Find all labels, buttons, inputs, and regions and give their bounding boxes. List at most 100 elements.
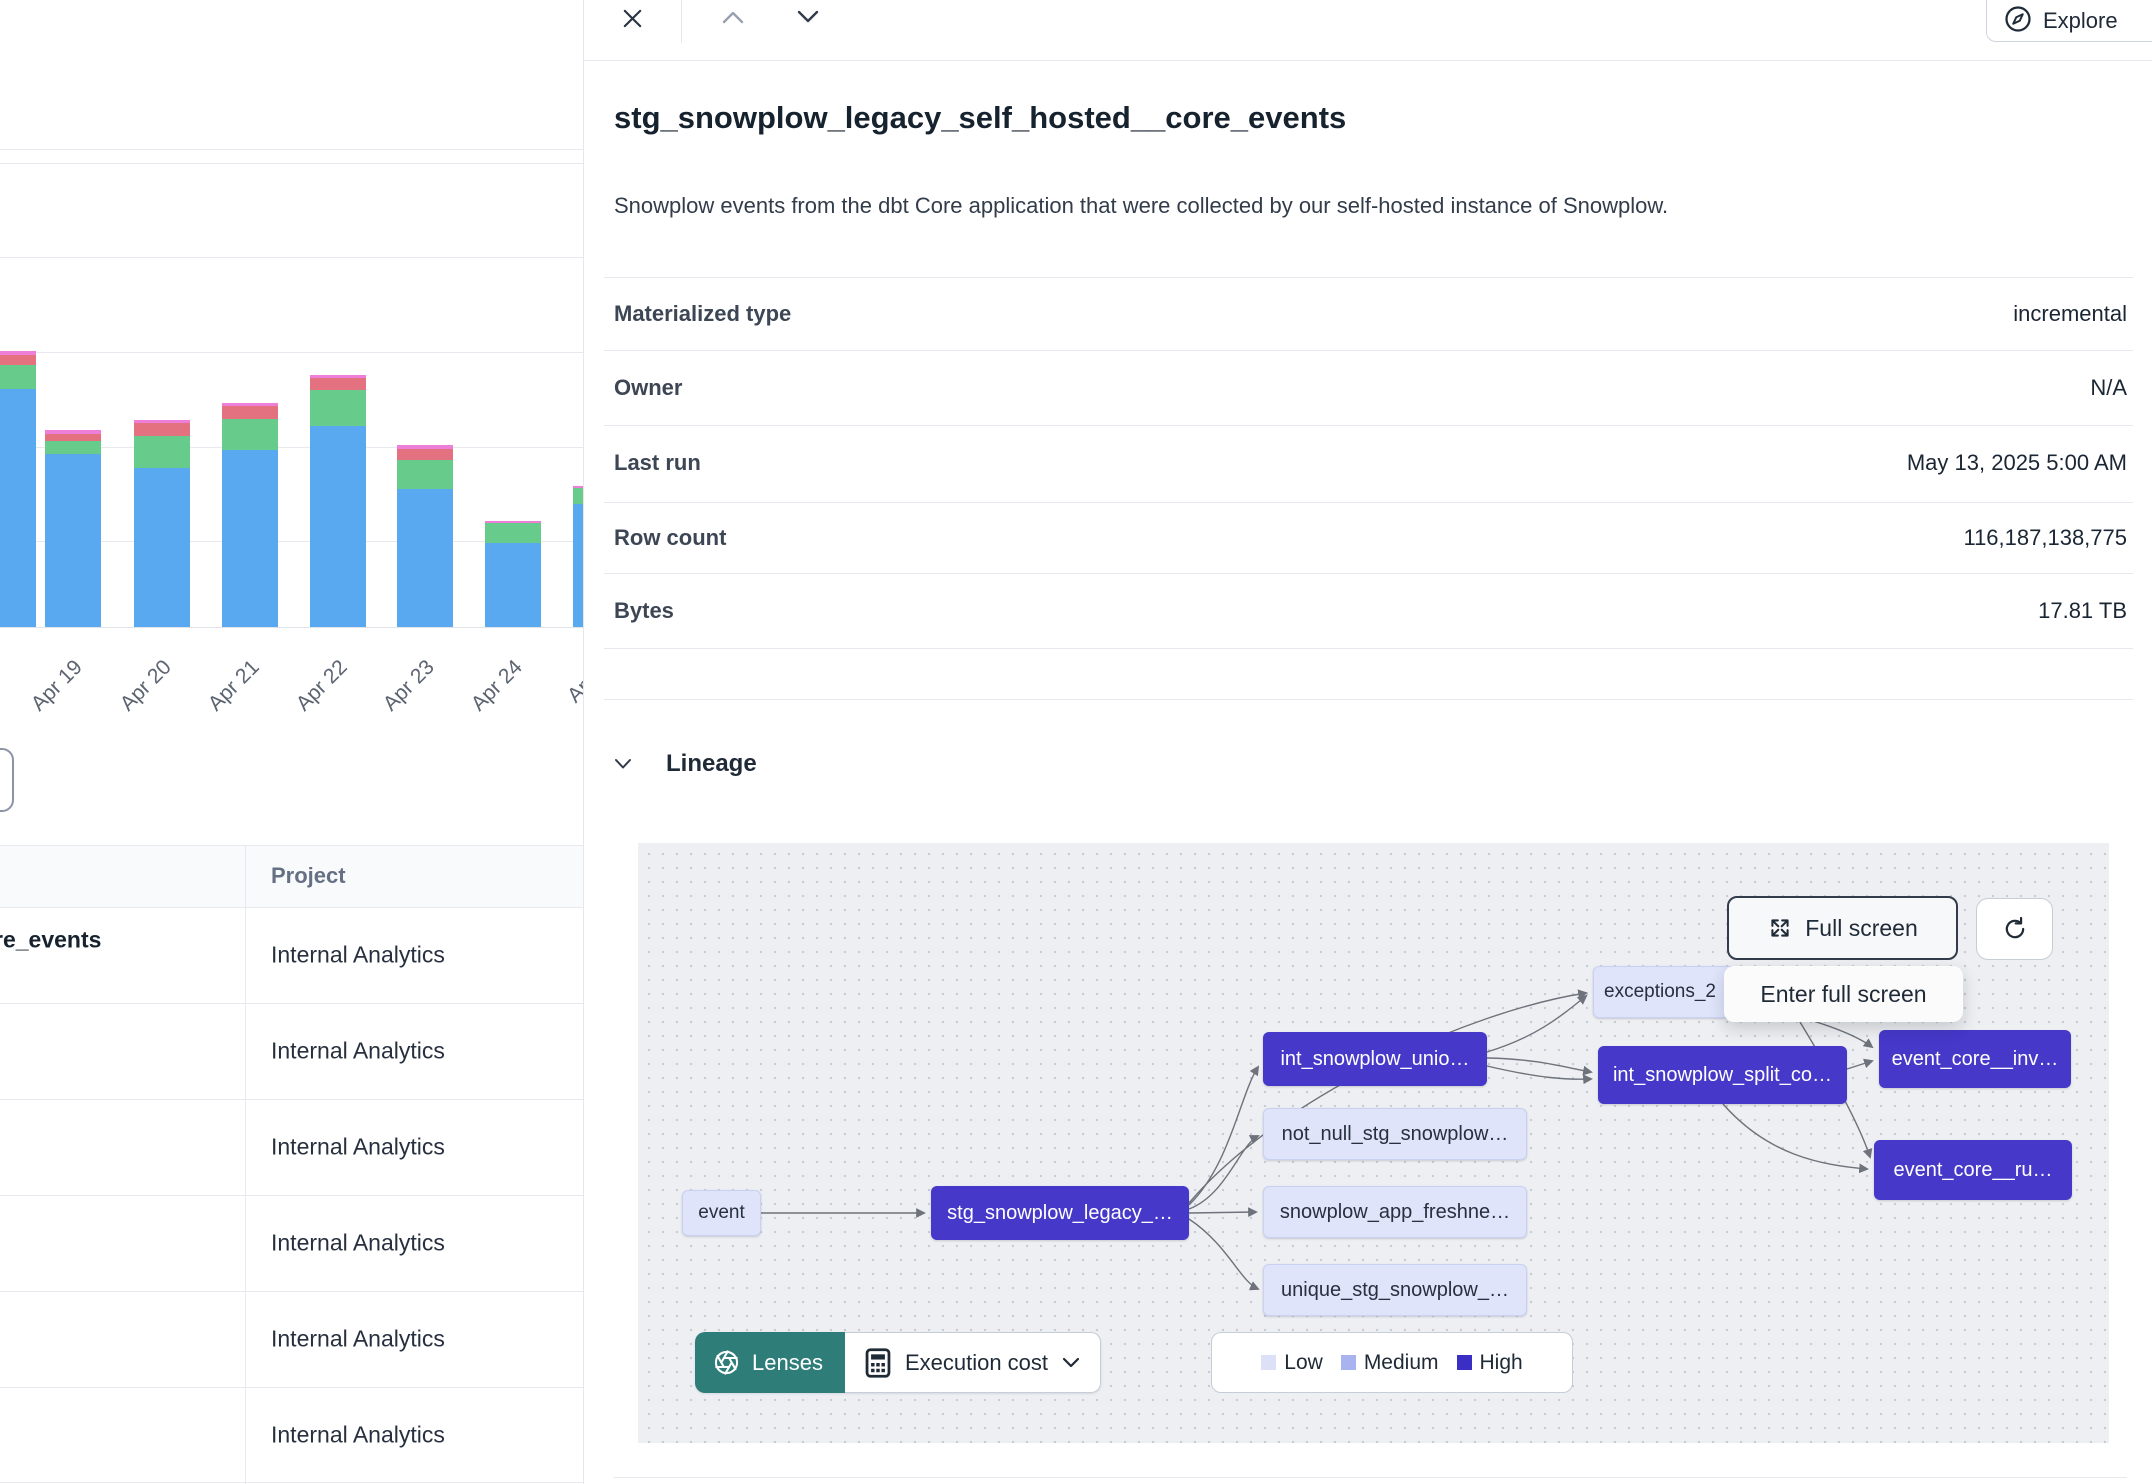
table-border	[0, 845, 583, 846]
legend-label: High	[1480, 1351, 1523, 1375]
lineage-node-event-core-ru[interactable]: event_core__ru…	[1874, 1140, 2072, 1200]
bar-segment-blue	[222, 450, 278, 627]
lens-controls: Lenses Execution cost	[695, 1332, 1101, 1393]
meta-border	[604, 699, 2133, 700]
close-button[interactable]	[617, 3, 647, 33]
x-axis-line	[0, 627, 583, 628]
legend-label: Low	[1284, 1351, 1323, 1375]
header-divider	[681, 0, 682, 43]
table-row[interactable]: Internal Analytics	[271, 1326, 445, 1353]
bar-segment-green	[485, 523, 541, 543]
bar-segment-pink	[0, 351, 36, 355]
fullscreen-label: Full screen	[1805, 915, 1917, 942]
model-description: Snowplow events from the dbt Core applic…	[614, 193, 1668, 219]
table-row[interactable]: Internal Analytics	[271, 942, 445, 969]
meta-label: Row count	[614, 525, 726, 551]
legend-swatch-medium	[1341, 1355, 1356, 1370]
row-border	[0, 1003, 583, 1004]
lineage-node-event-core-inv[interactable]: event_core__inv…	[1879, 1030, 2071, 1088]
lineage-section-header[interactable]: Lineage	[614, 750, 757, 778]
chevron-up-icon	[722, 10, 744, 24]
previous-button[interactable]	[719, 4, 747, 30]
aperture-icon	[713, 1349, 740, 1376]
cost-legend: Low Medium High	[1211, 1332, 1573, 1393]
bar-segment-red	[134, 423, 190, 436]
lineage-node-exceptions[interactable]: exceptions_2	[1593, 966, 1736, 1018]
table-row[interactable]: Internal Analytics	[271, 1422, 445, 1449]
chevron-down-icon	[614, 758, 632, 770]
table-row[interactable]: Internal Analytics	[271, 1230, 445, 1257]
close-icon	[621, 7, 644, 30]
lenses-button[interactable]: Lenses	[695, 1332, 845, 1393]
explore-button[interactable]: Explore	[1986, 0, 2152, 42]
bar-segment-green	[222, 419, 278, 450]
legend-swatch-high	[1457, 1355, 1472, 1370]
lineage-node-unique-test[interactable]: unique_stg_snowplow_…	[1263, 1264, 1527, 1316]
next-button[interactable]	[794, 4, 822, 30]
fullscreen-expand-icon	[1767, 915, 1793, 941]
legend-label: Medium	[1364, 1351, 1439, 1375]
refresh-button[interactable]	[1976, 898, 2053, 960]
page-title: stg_snowplow_legacy_self_hosted__core_ev…	[614, 100, 1346, 136]
compass-icon	[2003, 4, 2033, 34]
panel-header: Explore	[584, 0, 2152, 60]
meta-border	[604, 425, 2133, 426]
bar-segment-blue	[45, 454, 101, 627]
x-tick-label: Apr 24	[426, 656, 528, 758]
bar-segment-blue	[310, 426, 366, 627]
table-row[interactable]: Internal Analytics	[271, 1038, 445, 1065]
lineage-node-stg-snowplow-legacy[interactable]: stg_snowplow_legacy_…	[931, 1186, 1189, 1240]
chevron-down-icon	[1062, 1357, 1080, 1368]
row-border	[0, 1387, 583, 1388]
legend-item-medium: Medium	[1341, 1351, 1439, 1375]
bar-segment-green	[134, 436, 190, 468]
divider	[0, 149, 583, 150]
refresh-icon	[2001, 915, 2029, 943]
row-border	[0, 1195, 583, 1196]
legend-item-low: Low	[1261, 1351, 1323, 1375]
bar-segment-pink	[134, 420, 190, 423]
meta-border	[604, 573, 2133, 574]
lineage-node-int-snowplow-union[interactable]: int_snowplow_unio…	[1263, 1032, 1487, 1086]
table-row[interactable]: Internal Analytics	[271, 1134, 445, 1161]
gridline	[0, 352, 583, 353]
bar-segment-pink	[45, 430, 101, 434]
legend-swatch-low	[1261, 1355, 1276, 1370]
lineage-node-not-null-test[interactable]: not_null_stg_snowplow…	[1263, 1108, 1527, 1160]
meta-border	[604, 350, 2133, 351]
row-border	[0, 1482, 583, 1483]
x-tick-label: Apr 23	[338, 656, 440, 758]
bar-segment-blue	[485, 543, 541, 627]
execution-cost-label: Execution cost	[905, 1350, 1048, 1376]
activity-chart[interactable]: Apr 19Apr 20Apr 21Apr 22Apr 23Apr 24Apr …	[0, 0, 583, 845]
column-divider	[245, 845, 246, 1484]
lineage-node-event[interactable]: event	[682, 1190, 761, 1236]
bar-segment-green	[310, 390, 366, 426]
bar-segment-pink	[222, 403, 278, 406]
bar-segment-green	[45, 441, 101, 454]
bar-segment-green	[397, 460, 453, 489]
bar-segment-pink	[397, 445, 453, 449]
x-tick-label: Apr 21	[163, 656, 265, 758]
bar-segment-red	[45, 434, 101, 441]
fullscreen-tooltip: Enter full screen	[1724, 966, 1963, 1022]
bar-segment-blue	[397, 489, 453, 627]
meta-border	[604, 502, 2133, 503]
explore-label: Explore	[2043, 8, 2118, 34]
cropped-chart-button[interactable]	[0, 748, 14, 812]
x-tick-label: Apr 22	[251, 656, 353, 758]
bar-segment-green	[0, 365, 36, 389]
header-border	[584, 60, 2152, 61]
lineage-graph-canvas[interactable]: event stg_snowplow_legacy_… int_snowplow…	[638, 843, 2109, 1443]
section-divider	[614, 1477, 2127, 1478]
calculator-icon	[865, 1348, 891, 1378]
bar-segment-blue	[0, 389, 36, 627]
gridline	[0, 257, 583, 258]
lineage-node-int-snowplow-split[interactable]: int_snowplow_split_co…	[1598, 1046, 1847, 1104]
lineage-node-snowplow-app-freshness[interactable]: snowplow_app_freshne…	[1263, 1186, 1527, 1238]
bar-segment-blue	[134, 468, 190, 627]
execution-cost-dropdown[interactable]: Execution cost	[845, 1332, 1101, 1393]
fullscreen-button[interactable]: Full screen	[1727, 896, 1958, 960]
meta-label: Bytes	[614, 598, 674, 624]
model-name-cell[interactable]: re_events	[0, 927, 101, 954]
